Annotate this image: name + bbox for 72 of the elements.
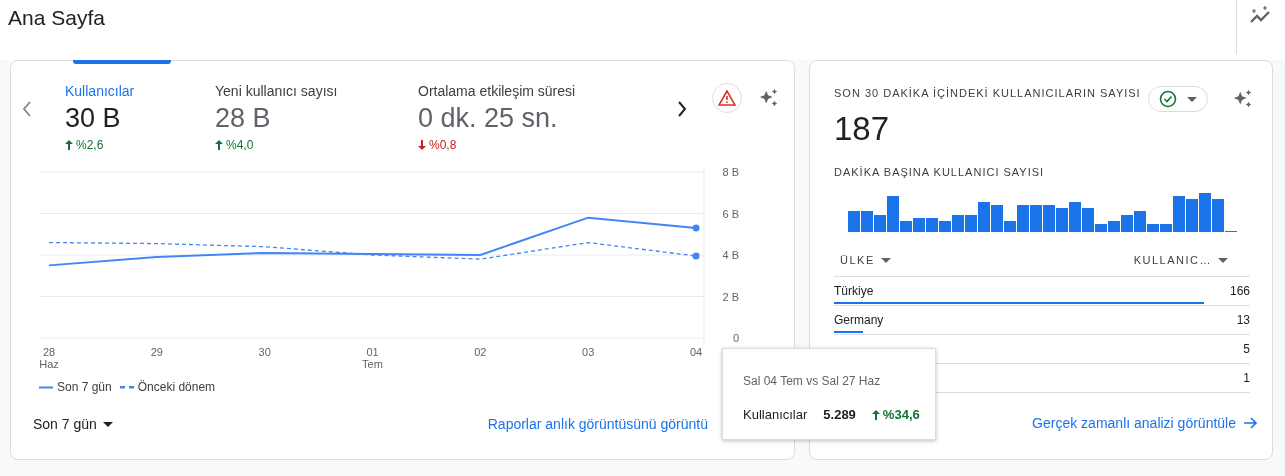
axis-label: 2 B bbox=[722, 290, 739, 303]
tooltip-title: Sal 04 Tem vs Sal 27 Haz bbox=[743, 374, 881, 388]
axis-label: 30 bbox=[258, 346, 271, 358]
change-value: %4,0 bbox=[226, 138, 254, 152]
caret-icon bbox=[1187, 96, 1197, 102]
next-button[interactable] bbox=[676, 101, 688, 117]
minute-bar bbox=[1199, 193, 1211, 232]
change-value: %2,6 bbox=[76, 138, 104, 152]
sparkle-icon bbox=[1232, 88, 1254, 110]
realtime-link[interactable]: Gerçek zamanlı analizi görüntüle bbox=[1032, 415, 1258, 431]
up-arrow-icon bbox=[65, 140, 73, 150]
status-dropdown[interactable] bbox=[1148, 86, 1208, 112]
user-count: 1 bbox=[1243, 371, 1250, 385]
caret-icon bbox=[102, 421, 113, 427]
dashed-line-icon bbox=[119, 385, 134, 389]
solid-line-icon bbox=[39, 385, 53, 389]
minute-bar bbox=[1056, 208, 1068, 232]
country-name: Germany bbox=[834, 313, 884, 327]
realtime-title: SON 30 DAKİKA İÇİNDEKİ KULLANICILARIN SAYISI bbox=[834, 87, 1141, 99]
chart-subtitle: DAKİKA BAŞINA KULLANICI SAYISI bbox=[834, 166, 1046, 178]
axis-label: 28 Haz bbox=[39, 346, 59, 370]
minute-bar bbox=[1043, 205, 1055, 232]
country-name: Türkiye bbox=[834, 284, 874, 298]
axis-label: 0 bbox=[732, 332, 739, 344]
metric-tab[interactable]: Kullanıcılar 30 B %2,6 bbox=[65, 83, 215, 152]
axis-label: 03 bbox=[582, 346, 595, 358]
page-title: Ana Sayfa bbox=[8, 6, 105, 30]
up-arrow-icon bbox=[215, 140, 223, 150]
minute-bar bbox=[861, 211, 873, 232]
active-users-count: 187 bbox=[834, 110, 890, 148]
metric-tab[interactable]: Yeni kullanıcı sayısı 28 B %4,0 bbox=[215, 83, 418, 152]
tooltip-change: %34,6 bbox=[882, 407, 920, 422]
arrow-right-icon bbox=[1244, 417, 1258, 429]
warning-icon bbox=[718, 90, 736, 106]
data-point bbox=[692, 224, 700, 232]
user-count: 166 bbox=[1229, 284, 1250, 298]
user-count: 5 bbox=[1243, 342, 1250, 356]
legend-label: Önceki dönem bbox=[137, 380, 216, 394]
check-circle-icon bbox=[1159, 90, 1177, 108]
chevron-right-icon bbox=[676, 101, 688, 117]
minute-bar bbox=[926, 218, 938, 232]
axis-label: 4 B bbox=[722, 249, 739, 261]
axis-label: 01 Tem bbox=[362, 346, 383, 370]
caret-icon bbox=[1218, 257, 1228, 263]
up-arrow-icon bbox=[871, 409, 880, 420]
axis-label: 8 B bbox=[722, 166, 739, 178]
minute-bar bbox=[848, 211, 860, 232]
reports-snapshot-link[interactable]: Raporlar anlık görüntüsünü görüntü bbox=[487, 416, 708, 432]
axis-label: 04 bbox=[689, 346, 703, 358]
change-value: %0,8 bbox=[429, 138, 457, 152]
tooltip-value: 5.289 bbox=[823, 407, 856, 422]
chevron-left-icon bbox=[21, 101, 33, 117]
minute-bar bbox=[1186, 199, 1198, 232]
axis-label: 6 B bbox=[722, 207, 739, 220]
axis-label: 02 bbox=[474, 346, 487, 358]
data-point bbox=[692, 252, 700, 260]
minute-bar bbox=[1030, 205, 1042, 232]
sparkle-icon bbox=[758, 87, 780, 109]
caret-icon bbox=[880, 257, 891, 263]
minute-bar bbox=[913, 218, 925, 232]
minute-bar bbox=[1069, 202, 1081, 232]
axis-label: 29 bbox=[150, 346, 163, 358]
down-arrow-icon bbox=[418, 140, 426, 150]
metric-tab[interactable]: Ortalama etkileşim süresi 0 dk. 25 sn. %0,8 bbox=[418, 83, 658, 152]
column-header[interactable]: KULLANIC… bbox=[1133, 254, 1228, 266]
previous-button[interactable] bbox=[21, 101, 33, 117]
warning-button[interactable] bbox=[712, 83, 742, 113]
tooltip-label: Kullanıcılar bbox=[743, 407, 808, 422]
user-count: 13 bbox=[1236, 313, 1250, 327]
period-dropdown[interactable]: Son 7 gün bbox=[33, 416, 113, 432]
legend-label: Son 7 gün bbox=[57, 380, 112, 394]
column-header[interactable]: ÜLKE bbox=[840, 254, 891, 266]
